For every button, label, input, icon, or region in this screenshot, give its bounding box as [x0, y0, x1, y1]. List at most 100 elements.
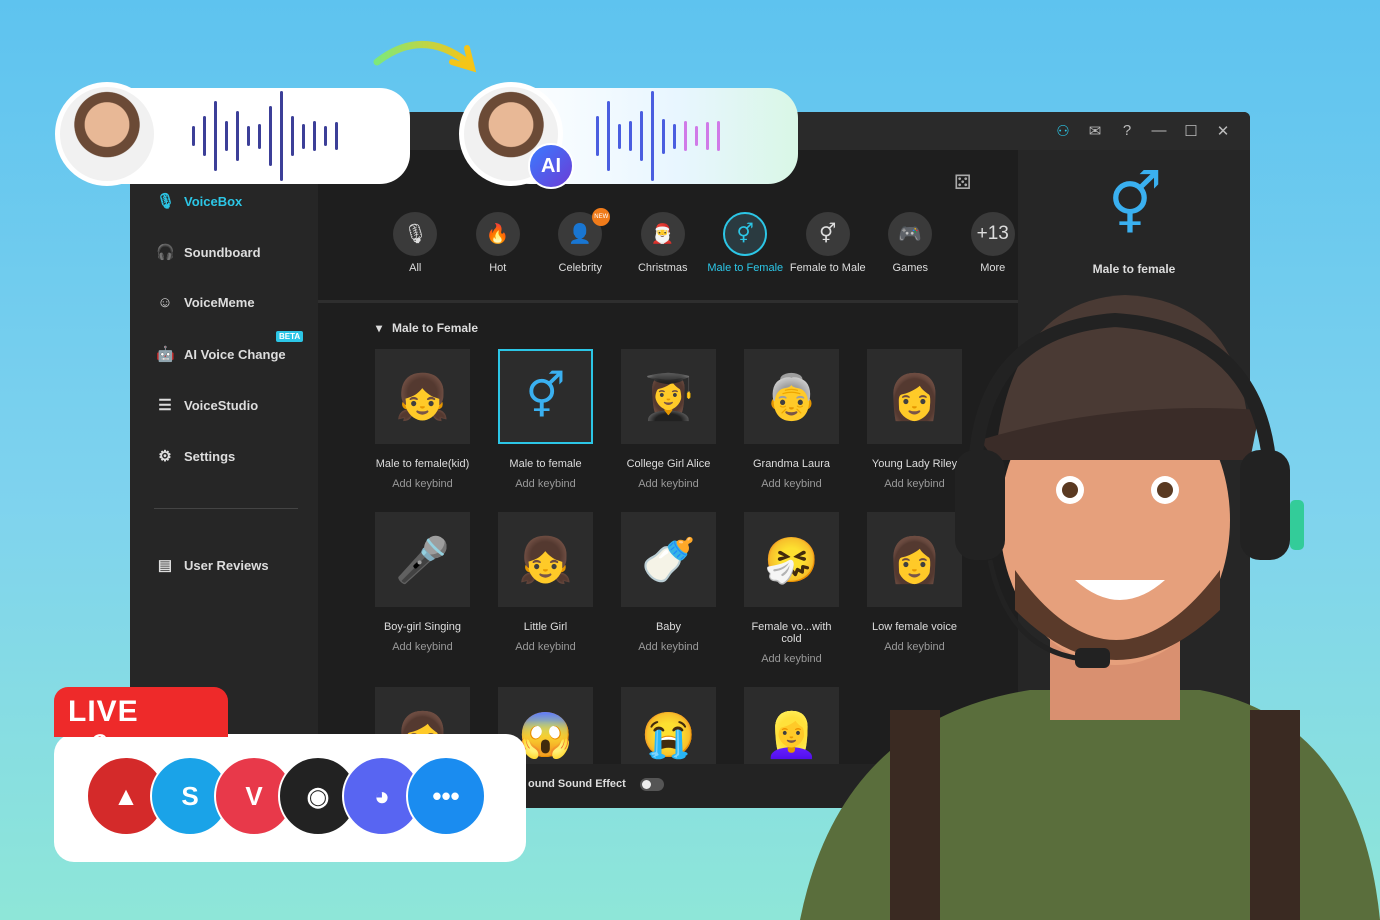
waveform-bar — [225, 121, 228, 151]
sidebar-item-label: VoiceMeme — [184, 295, 255, 310]
waveform-bar — [291, 116, 294, 156]
voice-thumbnail: 🎤 — [375, 512, 470, 607]
sidebar-item-settings[interactable]: ⚙ Settings — [156, 447, 235, 465]
category-label: Female to Male — [789, 262, 866, 274]
voice-card[interactable]: ⚥ Male to female Add keybind — [498, 349, 593, 490]
sidebar-item-voicestudio[interactable]: ☰ VoiceStudio — [156, 396, 258, 414]
add-keybind-link[interactable]: Add keybind — [375, 641, 470, 653]
minimize-icon[interactable]: — — [1150, 122, 1168, 140]
category-bar: 🎙 All 🔥 Hot 👤 NEW Celebrity 🎅 Christmas ⚥ Male to … — [374, 208, 1034, 274]
voice-thumbnail: 👧 — [375, 349, 470, 444]
category-tab[interactable]: ⚥ Female to Male — [787, 212, 870, 274]
category-icon: 🔥 — [475, 212, 520, 256]
category-tab[interactable]: 🎙 All — [374, 212, 457, 274]
user-icon[interactable]: ⚇ — [1054, 122, 1072, 140]
category-label: Celebrity — [558, 262, 602, 274]
sidebar-item-soundboard[interactable]: 🎧 Soundboard — [156, 243, 261, 261]
category-icon: +13 — [970, 212, 1015, 256]
waveform-bar — [629, 121, 632, 151]
voice-name: Male to female(kid) — [375, 458, 470, 470]
category-label: Male to Female — [707, 262, 784, 274]
category-icon: 🎙 — [393, 212, 438, 256]
category-icon: 🎮 — [888, 212, 933, 256]
waveform-bar — [662, 118, 665, 154]
voice-card[interactable]: 👧 Little Girl Add keybind — [498, 512, 593, 665]
add-keybind-link[interactable]: Add keybind — [621, 478, 716, 490]
sidebar-item-voicememe[interactable]: ☺ VoiceMeme — [156, 294, 255, 311]
original-avatar — [55, 82, 159, 186]
voice-card[interactable]: 👧 Male to female(kid) Add keybind — [375, 349, 470, 490]
section-header[interactable]: ▾ Male to Female — [376, 321, 478, 335]
waveform-bar — [214, 101, 217, 171]
waveform-bar — [280, 91, 283, 181]
voice-card[interactable]: 👩‍🎓 College Girl Alice Add keybind — [621, 349, 716, 490]
review-icon: ▤ — [157, 557, 173, 574]
waveform — [192, 88, 338, 184]
add-keybind-link[interactable]: Add keybind — [498, 641, 593, 653]
live-label: LIVE — [68, 695, 139, 728]
waveform-bar — [717, 121, 720, 151]
category-tab[interactable]: 👤 NEW Celebrity — [539, 208, 622, 274]
voice-thumbnail: ⚥ — [498, 349, 593, 444]
waveform-bar — [192, 126, 195, 146]
category-tab[interactable]: 🎅 Christmas — [622, 212, 705, 274]
sidebar-item-label: VoiceBox — [184, 193, 243, 209]
voice-card[interactable]: 🍼 Baby Add keybind — [621, 512, 716, 665]
waveform-bar — [706, 122, 709, 150]
add-keybind-link[interactable]: Add keybind — [375, 478, 470, 490]
waveform-bar — [651, 91, 654, 181]
help-icon[interactable]: ? — [1118, 122, 1136, 140]
category-label: Christmas — [637, 262, 688, 274]
microphone-icon: 🎙 — [156, 193, 176, 210]
waveform-bar — [203, 116, 206, 156]
voice-name: Little Girl — [523, 621, 568, 633]
category-label: Hot — [489, 262, 507, 274]
voice-thumbnail: 👧 — [498, 512, 593, 607]
ai-badge: AI — [528, 143, 574, 189]
live-badge: LIVE ((🎙)) — [54, 687, 228, 761]
waveform-bar — [247, 126, 250, 146]
sound-effect-toggle[interactable] — [640, 778, 664, 791]
voice-name: Boy-girl Singing — [383, 621, 462, 633]
more-icon[interactable]: ••• — [406, 756, 486, 836]
waveform-bar — [335, 122, 338, 150]
sidebar-item-label: Soundboard — [184, 244, 261, 260]
waveform-bar — [236, 111, 239, 161]
voice-name: Male to female — [509, 458, 582, 470]
voice-thumbnail: 👩‍🎓 — [621, 349, 716, 444]
sidebar-item-label: VoiceStudio — [184, 397, 259, 413]
voice-name: Baby — [655, 621, 682, 633]
add-keybind-link[interactable]: Add keybind — [621, 641, 716, 653]
waveform — [596, 88, 720, 184]
platform-icons: ▲ S V ◉ ◕ ••• — [86, 756, 486, 836]
maximize-icon[interactable]: ☐ — [1182, 122, 1200, 140]
robot-icon: 🤖 — [156, 346, 175, 363]
random-dice-icon[interactable]: ⚄ — [954, 170, 971, 195]
streamer-character-illustration — [800, 295, 1380, 920]
waveform-bar — [684, 121, 687, 151]
sliders-icon: ☰ — [158, 397, 172, 414]
mail-icon[interactable]: ✉ — [1086, 122, 1104, 140]
sidebar-item-voicebox[interactable]: 🎙 VoiceBox — [156, 192, 242, 210]
sidebar-item-user-reviews[interactable]: ▤ User Reviews — [156, 556, 269, 574]
voice-card[interactable]: 🎤 Boy-girl Singing Add keybind — [375, 512, 470, 665]
category-label: All — [409, 262, 422, 274]
waveform-bar — [258, 123, 261, 149]
gear-icon: ⚙ — [158, 448, 172, 465]
waveform-bar — [269, 106, 272, 166]
headphones-icon: 🎧 — [156, 244, 175, 261]
sound-effect-label: ound Sound Effect — [528, 778, 626, 790]
category-tab[interactable]: 🔥 Hot — [457, 212, 540, 274]
category-icon: ⚥ — [805, 212, 850, 256]
waveform-bar — [313, 121, 316, 151]
sidebar-item-ai-voice-change[interactable]: 🤖 AI Voice Change BETA — [156, 331, 304, 363]
new-badge: NEW — [592, 208, 611, 226]
section-title: Male to Female — [392, 321, 479, 335]
category-tab[interactable]: ⚥ Male to Female — [704, 212, 787, 274]
category-tab[interactable]: 🎮 Games — [869, 212, 952, 274]
close-icon[interactable]: ✕ — [1214, 122, 1232, 140]
category-icon: 👤 NEW — [558, 208, 611, 256]
add-keybind-link[interactable]: Add keybind — [498, 478, 593, 490]
waveform-bar — [607, 101, 610, 171]
waveform-bar — [695, 126, 698, 146]
